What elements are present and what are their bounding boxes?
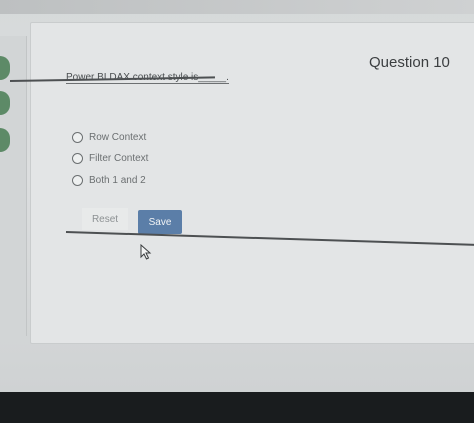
question-nav-indicator[interactable] xyxy=(0,56,10,80)
radio-button[interactable] xyxy=(72,132,83,143)
radio-button[interactable] xyxy=(72,175,83,186)
option-label: Row Context xyxy=(89,132,147,143)
monitor-bezel xyxy=(0,392,474,423)
radio-button[interactable] xyxy=(72,153,83,164)
option-label: Both 1 and 2 xyxy=(89,175,146,186)
option-row-context[interactable]: Row Context xyxy=(72,132,146,143)
question-title: Question 10 xyxy=(369,54,450,71)
option-both[interactable]: Both 1 and 2 xyxy=(72,175,146,186)
screen: Question 10 Power BI DAX context style i… xyxy=(0,0,474,392)
reset-button[interactable]: Reset xyxy=(82,208,128,230)
question-nav-indicator[interactable] xyxy=(0,128,10,152)
save-button[interactable]: Save xyxy=(138,210,182,234)
top-bar xyxy=(0,0,474,14)
mouse-pointer-icon xyxy=(140,244,152,260)
question-nav-indicator[interactable] xyxy=(0,91,10,115)
option-label: Filter Context xyxy=(89,153,149,164)
option-filter-context[interactable]: Filter Context xyxy=(72,153,148,164)
